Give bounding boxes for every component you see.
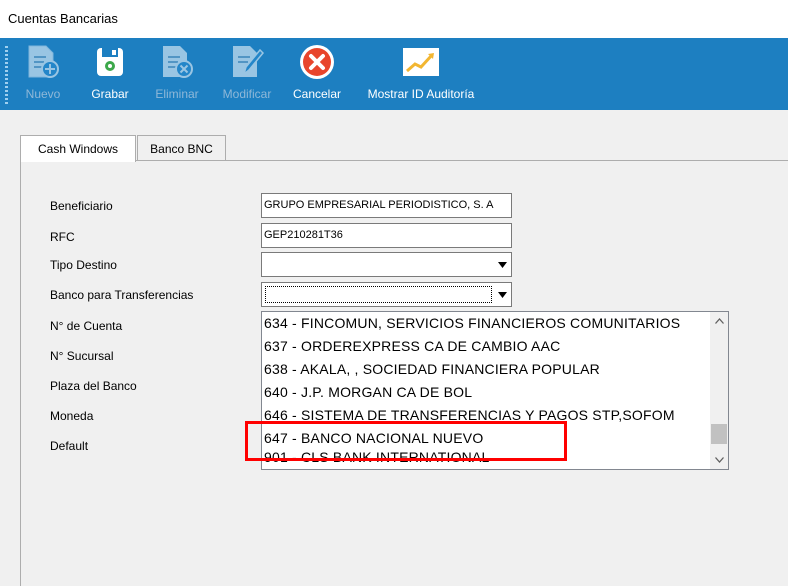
list-item[interactable]: 638 - AKALA, , SOCIEDAD FINANCIERA POPUL… (264, 361, 600, 384)
show-audit-id-button[interactable]: Mostrar ID Auditoría (356, 42, 486, 106)
plaza-label: Plaza del Banco (50, 379, 137, 393)
num-cuenta-label: N° de Cuenta (50, 319, 123, 333)
cancel-button[interactable]: Cancelar (288, 42, 346, 106)
list-item[interactable]: 640 - J.P. MORGAN CA DE BOL (264, 384, 472, 407)
list-item[interactable]: 637 - ORDEREXPRESS CA DE CAMBIO AAC (264, 338, 560, 361)
list-item[interactable]: 634 - FINCOMUN, SERVICIOS FINANCIEROS CO… (264, 315, 680, 338)
moneda-label: Moneda (50, 409, 94, 423)
dropdown-scrollbar[interactable] (710, 312, 728, 469)
beneficiario-field[interactable]: GRUPO EMPRESARIAL PERIODISTICO, S. A (261, 193, 512, 218)
rfc-label: RFC (50, 230, 75, 244)
save-button[interactable]: Grabar (85, 42, 135, 106)
scroll-up-icon[interactable] (710, 312, 728, 330)
new-button-label: Nuevo (25, 87, 61, 101)
chevron-down-icon[interactable] (493, 283, 511, 306)
tipo-destino-label: Tipo Destino (50, 258, 117, 272)
toolbar-grip[interactable] (5, 46, 8, 104)
chart-icon (401, 42, 441, 82)
default-label: Default (50, 439, 89, 453)
rfc-field[interactable]: GEP210281T36 (261, 223, 512, 248)
new-doc-icon (23, 42, 63, 82)
save-icon (90, 42, 130, 82)
scroll-down-icon[interactable] (710, 451, 728, 469)
num-sucursal-label: N° Sucursal (50, 349, 114, 363)
window-title: Cuentas Bancarias (8, 11, 118, 26)
chevron-down-icon[interactable] (493, 253, 511, 276)
save-button-label: Grabar (91, 87, 129, 101)
window-titlebar: Cuentas Bancarias (0, 0, 788, 38)
delete-button[interactable]: Eliminar (150, 42, 204, 106)
delete-button-label: Eliminar (155, 87, 199, 101)
highlight-annotation (245, 421, 567, 461)
banco-transferencias-select[interactable] (261, 282, 512, 307)
cancel-icon (297, 42, 337, 82)
beneficiario-label: Beneficiario (50, 199, 113, 213)
scroll-thumb[interactable] (711, 424, 727, 444)
tab-banco-bnc[interactable]: Banco BNC (137, 135, 226, 161)
tab-cash-windows[interactable]: Cash Windows (20, 135, 136, 162)
cancel-button-label: Cancelar (292, 87, 342, 101)
banco-transferencias-label: Banco para Transferencias (50, 288, 194, 302)
edit-button[interactable]: Modificar (216, 42, 278, 106)
toolbar: Nuevo Grabar Eliminar Modificar Cancelar… (0, 38, 788, 110)
delete-doc-icon (157, 42, 197, 82)
focus-rect (265, 286, 492, 303)
edit-button-label: Modificar (222, 87, 272, 101)
show-audit-id-label: Mostrar ID Auditoría (367, 87, 475, 101)
tipo-destino-select[interactable] (261, 252, 512, 277)
new-button[interactable]: Nuevo (18, 42, 68, 106)
edit-doc-icon (227, 42, 267, 82)
